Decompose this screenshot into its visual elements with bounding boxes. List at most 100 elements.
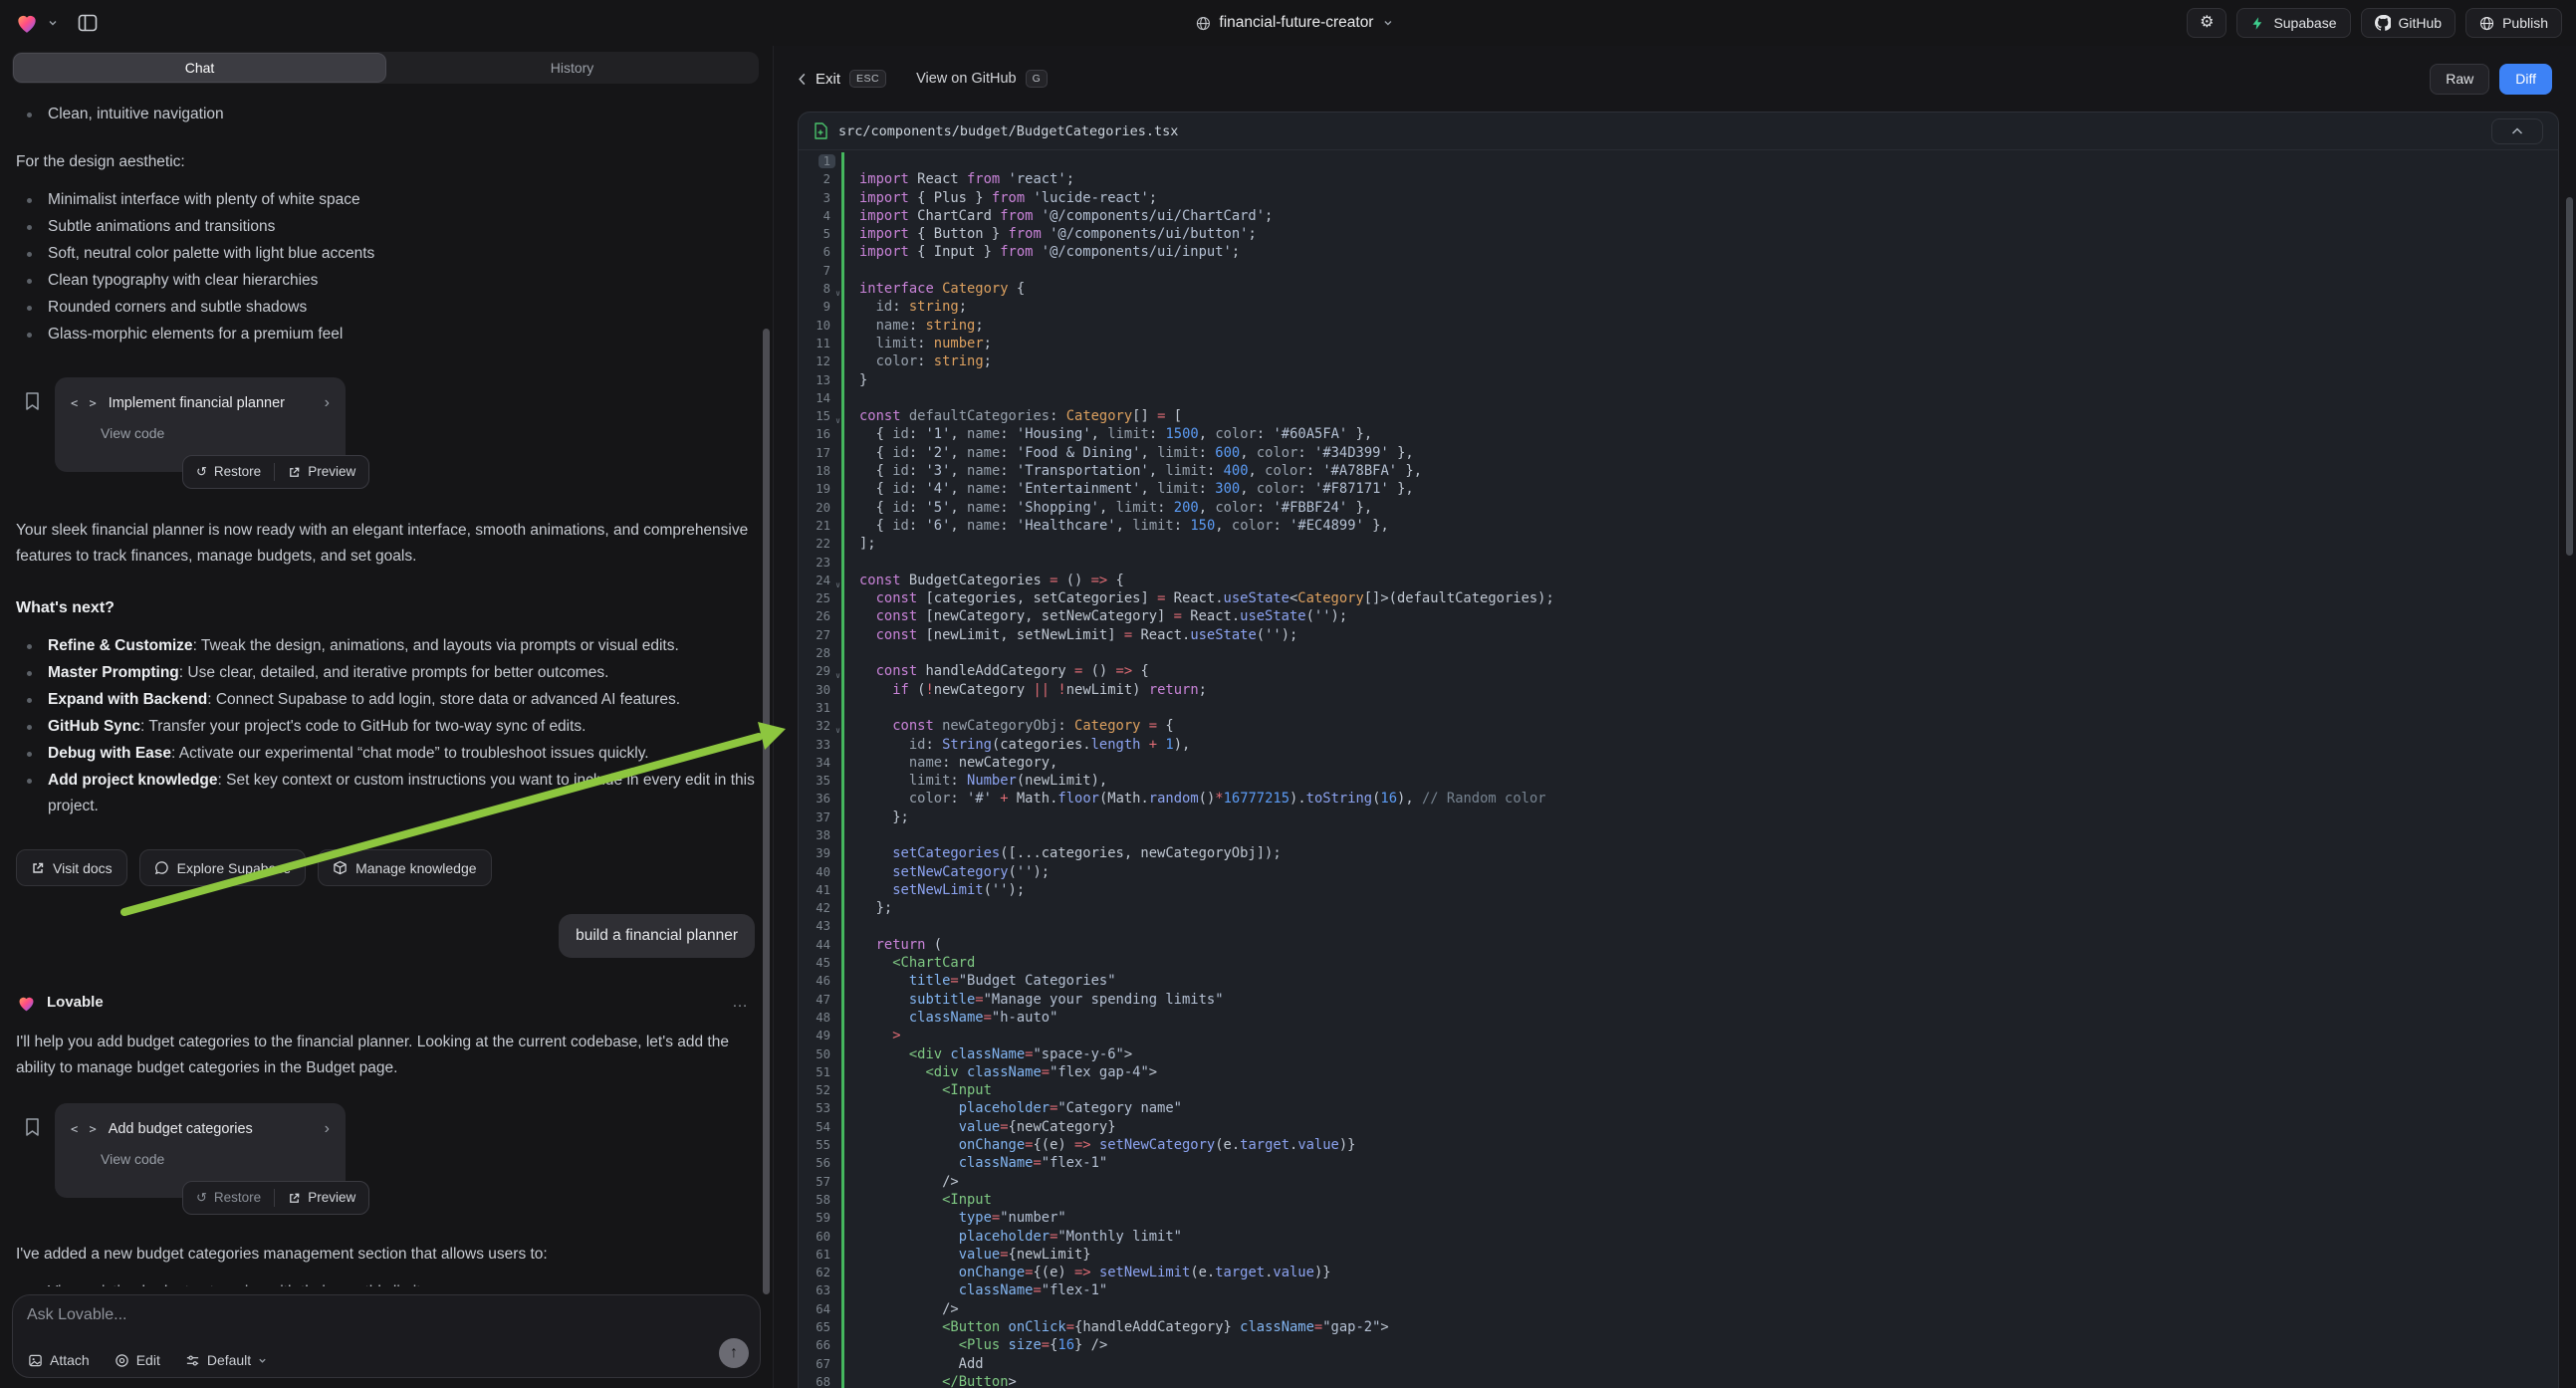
- assistant-text: I've added a new budget categories manag…: [16, 1242, 755, 1268]
- lovable-app: financial-future-creator ⚙ Supabase GitH…: [0, 0, 2576, 1388]
- visit-docs-button[interactable]: Visit docs: [16, 849, 127, 886]
- send-button[interactable]: ↑: [719, 1338, 749, 1368]
- settings-button[interactable]: ⚙: [2187, 8, 2226, 38]
- view-code-link[interactable]: View code: [101, 1146, 330, 1172]
- list-item: Refine & Customize: Tweak the design, an…: [16, 633, 755, 659]
- chat-scrollbar[interactable]: [763, 329, 770, 1294]
- chevron-up-icon: [2511, 127, 2523, 135]
- message-menu-icon[interactable]: …: [732, 990, 749, 1016]
- chat-bubble-icon: [154, 860, 169, 875]
- code-line: 10 name: string;: [799, 317, 2558, 335]
- file-header[interactable]: src/components/budget/BudgetCategories.t…: [799, 113, 2558, 150]
- code-editor[interactable]: 12import React from 'react';3import { Pl…: [799, 151, 2558, 1388]
- list-item: Rounded corners and subtle shadows: [16, 295, 755, 321]
- tab-chat[interactable]: Chat: [13, 53, 386, 83]
- github-icon: [2375, 15, 2391, 31]
- code-line: 33 id: String(categories.length + 1),: [799, 736, 2558, 754]
- list-item: Expand with Backend: Connect Supabase to…: [16, 687, 755, 713]
- chat-input[interactable]: [27, 1306, 567, 1324]
- bullet-list: Clean, intuitive navigation: [16, 102, 755, 127]
- attach-button[interactable]: Attach: [28, 1352, 90, 1368]
- top-bar: financial-future-creator ⚙ Supabase GitH…: [0, 0, 2576, 46]
- version-card-implement-financial-planner[interactable]: < > Implement financial planner › View c…: [55, 377, 346, 472]
- globe-icon: [2479, 16, 2494, 31]
- assistant-name: Lovable: [47, 990, 104, 1016]
- code-line: 19 { id: '4', name: 'Entertainment', lim…: [799, 480, 2558, 498]
- code-line: 61 value={newLimit}: [799, 1246, 2558, 1264]
- exit-button[interactable]: Exit ESC: [798, 70, 886, 88]
- collapse-file-button[interactable]: [2491, 118, 2543, 144]
- project-switcher[interactable]: financial-future-creator: [1195, 0, 1392, 46]
- manage-knowledge-button[interactable]: Manage knowledge: [318, 849, 491, 886]
- code-scrollbar[interactable]: [2566, 197, 2573, 556]
- code-line: 18 { id: '3', name: 'Transportation', li…: [799, 462, 2558, 480]
- code-viewer-header: Exit ESC View on GitHub G Raw Diff: [774, 46, 2576, 112]
- code-line: 3import { Plus } from 'lucide-react';: [799, 189, 2558, 207]
- view-code-link[interactable]: View code: [101, 420, 330, 446]
- whats-next-heading: What's next?: [16, 595, 755, 621]
- code-line: 39 setCategories([...categories, newCate…: [799, 844, 2558, 862]
- arrow-up-icon: ↑: [730, 1344, 738, 1362]
- sidebar-toggle-icon[interactable]: [76, 11, 100, 35]
- code-line: 54 value={newCategory}: [799, 1118, 2558, 1136]
- code-line: 49 >: [799, 1027, 2558, 1044]
- list-item: Subtle animations and transitions: [16, 214, 755, 240]
- bookmark-icon[interactable]: [24, 1117, 41, 1198]
- version-actions: ↺ Restore Preview: [182, 455, 369, 489]
- restore-button[interactable]: ↺ Restore: [183, 459, 274, 485]
- code-line: 67 Add: [799, 1355, 2558, 1373]
- code-line: 42 };: [799, 899, 2558, 917]
- lovable-logo-icon[interactable]: [14, 10, 40, 36]
- list-item: Glass-morphic elements for a premium fee…: [16, 322, 755, 347]
- assistant-text: I'll help you add budget categories to t…: [16, 1030, 755, 1081]
- code-line: 47 subtitle="Manage your spending limits…: [799, 991, 2558, 1009]
- chevron-down-icon: [1382, 18, 1392, 28]
- g-shortcut-badge: G: [1026, 70, 1049, 88]
- list-item: Clean, intuitive navigation: [16, 102, 755, 127]
- file-diff-card: src/components/budget/BudgetCategories.t…: [798, 112, 2559, 1388]
- preview-button[interactable]: Preview: [275, 1185, 368, 1211]
- list-item: Clean typography with clear hierarchies: [16, 268, 755, 294]
- code-line: 65 <Button onClick={handleAddCategory} c…: [799, 1318, 2558, 1336]
- next-steps-list: Refine & Customize: Tweak the design, an…: [16, 633, 755, 819]
- chevron-down-icon[interactable]: [48, 18, 58, 28]
- chevron-right-icon[interactable]: ›: [325, 390, 330, 416]
- diff-toggle-button[interactable]: Diff: [2499, 64, 2552, 95]
- code-line: 4import ChartCard from '@/components/ui/…: [799, 207, 2558, 225]
- explore-supabase-button[interactable]: Explore Supabase: [139, 849, 306, 886]
- github-button[interactable]: GitHub: [2361, 8, 2457, 38]
- code-line: 37 };: [799, 809, 2558, 826]
- code-line: 25 const [categories, setCategories] = R…: [799, 589, 2558, 607]
- chevron-right-icon[interactable]: ›: [325, 1116, 330, 1142]
- bookmark-icon[interactable]: [24, 391, 41, 472]
- code-line: 44 return (: [799, 936, 2558, 954]
- code-line: 14: [799, 389, 2558, 407]
- code-line: 5import { Button } from '@/components/ui…: [799, 225, 2558, 243]
- chat-panel: Chat History Clean, intuitive navigation…: [0, 46, 773, 1388]
- preview-button[interactable]: Preview: [275, 459, 368, 485]
- code-line: 7: [799, 262, 2558, 280]
- code-line: 2import React from 'react';: [799, 170, 2558, 188]
- list-item: View existing budget categories with the…: [16, 1279, 755, 1286]
- code-line: 30 if (!newCategory || !newLimit) return…: [799, 681, 2558, 699]
- code-icon: < >: [71, 390, 99, 416]
- chat-message-list[interactable]: Clean, intuitive navigation For the desi…: [0, 94, 761, 1286]
- code-line: 60 placeholder="Monthly limit": [799, 1228, 2558, 1246]
- mode-selector[interactable]: Default: [185, 1352, 267, 1368]
- code-line: 28: [799, 644, 2558, 662]
- restore-button[interactable]: ↺ Restore: [183, 1185, 274, 1211]
- supabase-button[interactable]: Supabase: [2236, 8, 2350, 38]
- publish-button[interactable]: Publish: [2465, 8, 2562, 38]
- code-line: 52 <Input: [799, 1081, 2558, 1099]
- code-line: 53 placeholder="Category name": [799, 1099, 2558, 1117]
- raw-toggle-button[interactable]: Raw: [2430, 64, 2489, 95]
- gear-icon: ⚙: [2200, 15, 2214, 31]
- view-on-github-link[interactable]: View on GitHub G: [916, 70, 1048, 88]
- code-line: 41 setNewLimit('');: [799, 881, 2558, 899]
- supabase-icon: [2250, 16, 2265, 31]
- suggestion-buttons: Visit docs Explore Supabase Manage knowl…: [16, 849, 755, 886]
- version-card-add-budget-categories[interactable]: < > Add budget categories › View code ↺ …: [55, 1103, 346, 1198]
- code-line: 12 color: string;: [799, 352, 2558, 370]
- tab-history[interactable]: History: [386, 53, 758, 83]
- edit-mode-button[interactable]: Edit: [115, 1352, 160, 1368]
